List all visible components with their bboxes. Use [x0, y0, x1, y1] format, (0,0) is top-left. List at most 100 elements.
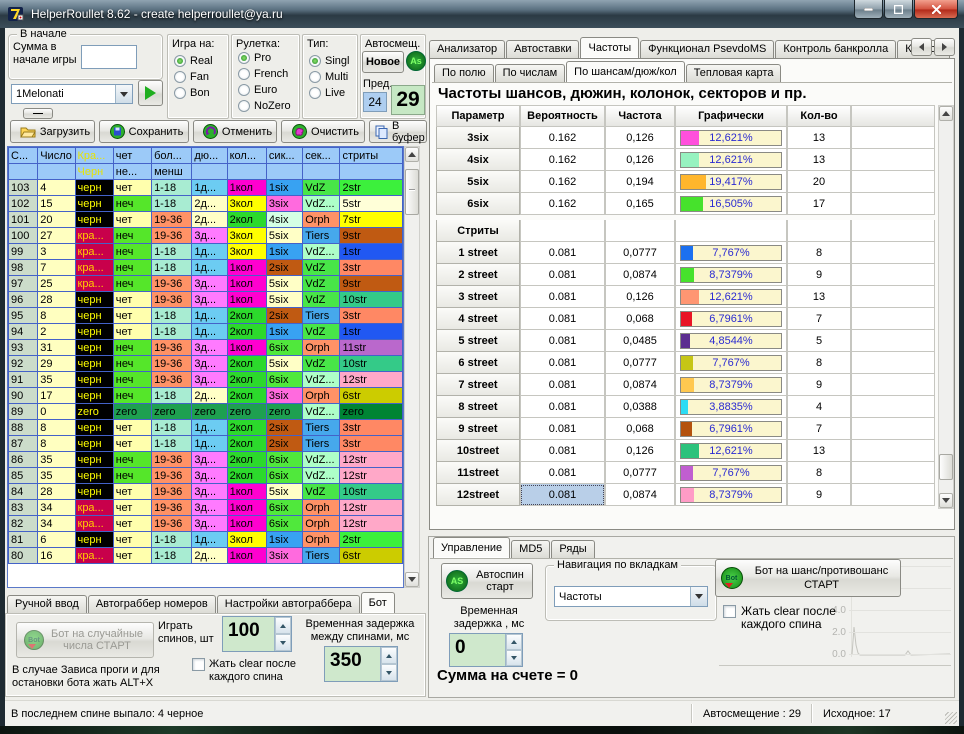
main-tab[interactable]: Частоты — [580, 37, 639, 58]
spin-cell[interactable]: VdZ... — [303, 372, 340, 388]
spin-cell[interactable]: 6str — [340, 388, 403, 404]
spin-cell[interactable]: 2кол — [227, 452, 266, 468]
spin-cell[interactable]: неч — [113, 340, 151, 356]
spin-cell[interactable]: 2кол — [227, 308, 266, 324]
radio-fan[interactable]: Fan — [174, 71, 213, 83]
load-button[interactable]: Загрузить — [10, 120, 95, 143]
spin-cell[interactable]: Orph — [303, 516, 340, 532]
spin-cell[interactable]: 80 — [9, 548, 38, 564]
spin-cell[interactable]: 3д... — [192, 468, 227, 484]
graph-cell[interactable]: 19,417% — [675, 171, 787, 193]
spin-cell[interactable]: 34 — [38, 500, 75, 516]
undo-button[interactable]: Отменить — [193, 120, 277, 143]
spin-cell[interactable]: чет — [113, 324, 151, 340]
spins-header-cell[interactable] — [9, 164, 38, 180]
stepper-down[interactable] — [381, 664, 397, 681]
spin-cell[interactable]: 1кол — [227, 500, 266, 516]
spin-cell[interactable]: 2кол — [227, 324, 266, 340]
spin-cell[interactable]: черн — [75, 436, 113, 452]
param-cell[interactable]: 9 street — [436, 418, 520, 440]
spin-cell[interactable]: 87 — [9, 436, 38, 452]
count-cell[interactable]: 13 — [787, 149, 851, 171]
main-tab[interactable]: Контроль банкролла — [775, 40, 896, 58]
spin-cell[interactable]: 6six — [266, 516, 302, 532]
spin-cell[interactable]: Orph — [303, 212, 340, 228]
graph-cell[interactable]: 7,767% — [675, 242, 787, 264]
probability-cell[interactable]: 0.162 — [520, 193, 605, 215]
spin-cell[interactable]: 100 — [9, 228, 38, 244]
frequencies-scrollbar[interactable] — [938, 105, 954, 509]
spin-cell[interactable]: 25 — [38, 276, 75, 292]
spin-cell[interactable]: 6 — [38, 532, 75, 548]
spin-cell[interactable]: 2кол — [227, 356, 266, 372]
stepper-up[interactable] — [275, 617, 291, 634]
spin-cell[interactable]: 101 — [9, 212, 38, 228]
spin-cell[interactable]: 102 — [9, 196, 38, 212]
spin-cell[interactable]: черн — [75, 532, 113, 548]
spin-cell[interactable]: zero — [340, 404, 403, 420]
spin-cell[interactable]: VdZ — [303, 276, 340, 292]
spin-cell[interactable]: кра... — [75, 548, 113, 564]
spins-header-cell[interactable]: не... — [113, 164, 151, 180]
spin-cell[interactable]: zero — [113, 404, 151, 420]
main-tab[interactable]: Автоставки — [506, 40, 579, 58]
spin-cell[interactable]: 19-36 — [152, 516, 192, 532]
count-cell[interactable]: 8 — [787, 352, 851, 374]
spins-header-cell[interactable] — [227, 164, 266, 180]
frequency-cell[interactable]: 0,0874 — [605, 484, 675, 506]
graph-cell[interactable]: 8,7379% — [675, 264, 787, 286]
spin-cell[interactable]: кра... — [75, 260, 113, 276]
spin-cell[interactable]: 3кол — [227, 532, 266, 548]
spin-cell[interactable]: 2д... — [192, 212, 227, 228]
spins-header-cell[interactable]: стриты — [340, 148, 403, 164]
spin-cell[interactable]: 1-18 — [152, 324, 192, 340]
freq-tab[interactable]: По полю — [434, 64, 494, 82]
param-cell[interactable]: 10street — [436, 440, 520, 462]
spin-cell[interactable]: чет — [113, 420, 151, 436]
spin-cell[interactable]: 15 — [38, 196, 75, 212]
spin-cell[interactable]: 19-36 — [152, 228, 192, 244]
spin-cell[interactable]: чет — [113, 532, 151, 548]
spin-cell[interactable]: 2д... — [192, 548, 227, 564]
spin-cell[interactable]: 2str — [340, 180, 403, 196]
graph-cell[interactable]: 3,8835% — [675, 396, 787, 418]
spins-header-cell[interactable]: Число — [38, 148, 75, 164]
probability-cell[interactable]: 0.081 — [520, 352, 605, 374]
frequency-cell[interactable]: 0,165 — [605, 193, 675, 215]
spin-cell[interactable]: 1кол — [227, 484, 266, 500]
spin-cell[interactable]: 16 — [38, 548, 75, 564]
save-button[interactable]: Сохранить — [99, 120, 189, 143]
spin-cell[interactable]: 31 — [38, 340, 75, 356]
spin-cell[interactable]: 1д... — [192, 260, 227, 276]
spin-cell[interactable]: 96 — [9, 292, 38, 308]
spin-cell[interactable]: 19-36 — [152, 292, 192, 308]
count-cell[interactable]: 8 — [787, 462, 851, 484]
spin-cell[interactable]: 19-36 — [152, 212, 192, 228]
input-tab[interactable]: Настройки автограббера — [217, 595, 360, 613]
frequency-cell[interactable]: 0,126 — [605, 440, 675, 462]
spin-cell[interactable]: 1-18 — [152, 244, 192, 260]
frequency-cell[interactable]: 0,194 — [605, 171, 675, 193]
spin-cell[interactable]: 5six — [266, 356, 302, 372]
spin-cell[interactable]: 19-36 — [152, 468, 192, 484]
spin-cell[interactable]: черн — [75, 420, 113, 436]
spin-cell[interactable]: 85 — [9, 468, 38, 484]
as-icon[interactable]: As — [406, 51, 426, 71]
spins-header-cell[interactable]: чет — [113, 148, 151, 164]
graph-cell[interactable]: 12,621% — [675, 440, 787, 462]
probability-cell[interactable]: 0.081 — [520, 374, 605, 396]
frequencies-header-cell[interactable]: Вероятность — [520, 105, 605, 127]
spins-header-cell[interactable]: бол... — [152, 148, 192, 164]
stepper-up[interactable] — [506, 634, 522, 650]
spin-cell[interactable]: 1-18 — [152, 196, 192, 212]
spin-cell[interactable]: черн — [75, 356, 113, 372]
spin-cell[interactable]: неч — [113, 388, 151, 404]
spin-cell[interactable]: 93 — [9, 340, 38, 356]
spin-cell[interactable]: кра... — [75, 276, 113, 292]
frequencies-header-cell[interactable]: Графически — [675, 105, 787, 127]
radio-real[interactable]: Real — [174, 55, 213, 67]
count-cell[interactable]: 7 — [787, 308, 851, 330]
param-cell[interactable]: 5 street — [436, 330, 520, 352]
spin-cell[interactable]: 19-36 — [152, 340, 192, 356]
graph-cell[interactable]: 7,767% — [675, 352, 787, 374]
